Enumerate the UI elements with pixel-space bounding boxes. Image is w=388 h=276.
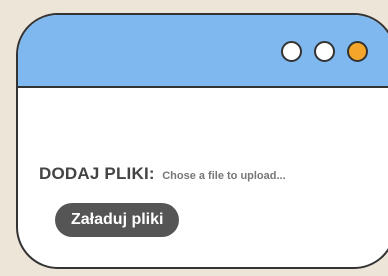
upload-label: DODAJ PLIKI: [39, 164, 155, 183]
window-control-dot-3[interactable] [347, 41, 368, 62]
upload-button[interactable]: Załaduj pliki [55, 203, 180, 237]
page: DODAJ PLIKI: Chose a file to upload... Z… [0, 0, 388, 276]
upload-row: DODAJ PLIKI: Chose a file to upload... [39, 164, 286, 184]
window-titlebar [18, 15, 388, 88]
file-input[interactable]: Chose a file to upload... [162, 170, 285, 182]
upload-window: DODAJ PLIKI: Chose a file to upload... Z… [16, 13, 388, 269]
window-control-dot-1[interactable] [281, 41, 302, 62]
window-control-dot-2[interactable] [314, 41, 335, 62]
